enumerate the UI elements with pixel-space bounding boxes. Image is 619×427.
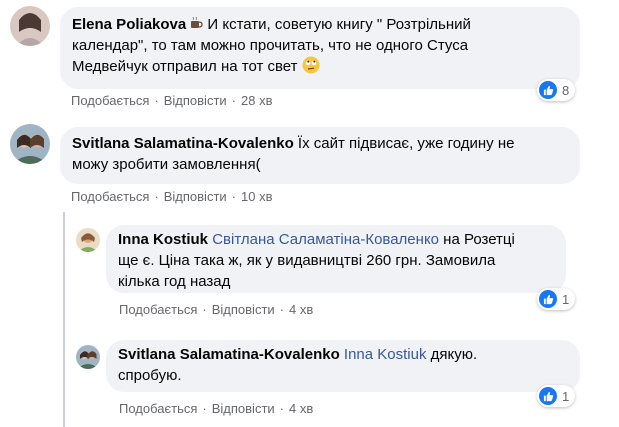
comment-time[interactable]: 28 хв (241, 93, 272, 108)
comment-text-line: Медвейчук отправил на тот свет (72, 58, 298, 75)
reply-actions: Подобається · Відповісти · 4 хв (119, 401, 313, 416)
reply-text-line: дякую. (426, 346, 478, 363)
comment-author[interactable]: Svitlana Salamatina-Kovalenko (72, 135, 294, 152)
mention-link[interactable]: Світлана Саламатіна-Коваленко (212, 231, 439, 248)
reaction-count-badge[interactable]: 8 (537, 79, 576, 101)
mention-link[interactable]: Inna Kostiuk (344, 346, 427, 363)
reply-link[interactable]: Відповісти (164, 189, 227, 204)
like-link[interactable]: Подобається (71, 93, 149, 108)
reply-text-line: кілька год назад (118, 273, 231, 290)
rolling-eyes-emoji-icon (302, 56, 320, 74)
reply-text-line: спробую. (118, 367, 182, 384)
like-thumb-icon (539, 387, 557, 405)
like-thumb-icon (539, 290, 557, 308)
reaction-count: 1 (562, 291, 570, 307)
like-link[interactable]: Подобається (119, 401, 197, 416)
reply-bubble-inna: Inna Kostiuk Світлана Саламатіна-Ковален… (106, 225, 566, 293)
reply-thread-line (63, 212, 65, 427)
comment-text-line: календар", то там можно прочитать, что н… (72, 37, 469, 54)
reply-actions: Подобається · Відповісти · 4 хв (119, 302, 313, 317)
separator: · (154, 93, 159, 108)
reply-author[interactable]: Svitlana Salamatina-Kovalenko (118, 346, 340, 363)
comment-text-line: можу зробити замовлення( (72, 156, 261, 173)
reaction-count-badge[interactable]: 1 (537, 288, 576, 310)
reply-link[interactable]: Відповісти (212, 401, 275, 416)
avatar-elena-poliakova[interactable] (10, 6, 50, 46)
coffee-emoji-icon (189, 15, 203, 29)
reply-time[interactable]: 4 хв (289, 401, 313, 416)
comment-text-line: Їх сайт підвисає, уже годину не (293, 135, 515, 152)
separator: · (202, 302, 207, 317)
comment-time[interactable]: 10 хв (241, 189, 272, 204)
reply-bubble-svitlana: Svitlana Salamatina-Kovalenko Inna Kosti… (106, 340, 580, 392)
separator: · (231, 189, 237, 204)
like-link[interactable]: Подобається (119, 302, 197, 317)
reply-text-line: ще є. Ціна така ж, як у видавництві 260 … (118, 252, 496, 269)
reply-time[interactable]: 4 хв (289, 302, 313, 317)
separator: · (202, 401, 207, 416)
separator: · (279, 302, 285, 317)
comment-actions: Подобається · Відповісти · 10 хв (71, 189, 273, 204)
comment-bubble-elena: Elena Poliakova И кстати, советую книгу … (60, 7, 580, 89)
comment-actions: Подобається · Відповісти · 28 хв (71, 93, 273, 108)
avatar-inna-kostiuk[interactable] (76, 228, 100, 252)
reply-text-line: на Розетці (439, 231, 515, 248)
reply-link[interactable]: Відповісти (212, 302, 275, 317)
comment-text-line: И кстати, советую книгу " Розтрільний (203, 16, 471, 33)
separator: · (279, 401, 285, 416)
reaction-count: 8 (562, 82, 570, 98)
reaction-count: 1 (562, 388, 570, 404)
reply-link[interactable]: Відповісти (164, 93, 227, 108)
reaction-count-badge[interactable]: 1 (537, 385, 576, 407)
reply-author[interactable]: Inna Kostiuk (118, 231, 208, 248)
separator: · (154, 189, 159, 204)
comment-bubble-svitlana: Svitlana Salamatina-Kovalenko Їх сайт пі… (60, 127, 580, 184)
avatar-svitlana-salamatina[interactable] (10, 124, 50, 164)
like-link[interactable]: Подобається (71, 189, 149, 204)
comment-author[interactable]: Elena Poliakova (72, 16, 186, 33)
avatar-svitlana-salamatina-reply[interactable] (76, 345, 100, 369)
like-thumb-icon (539, 81, 557, 99)
separator: · (231, 93, 237, 108)
